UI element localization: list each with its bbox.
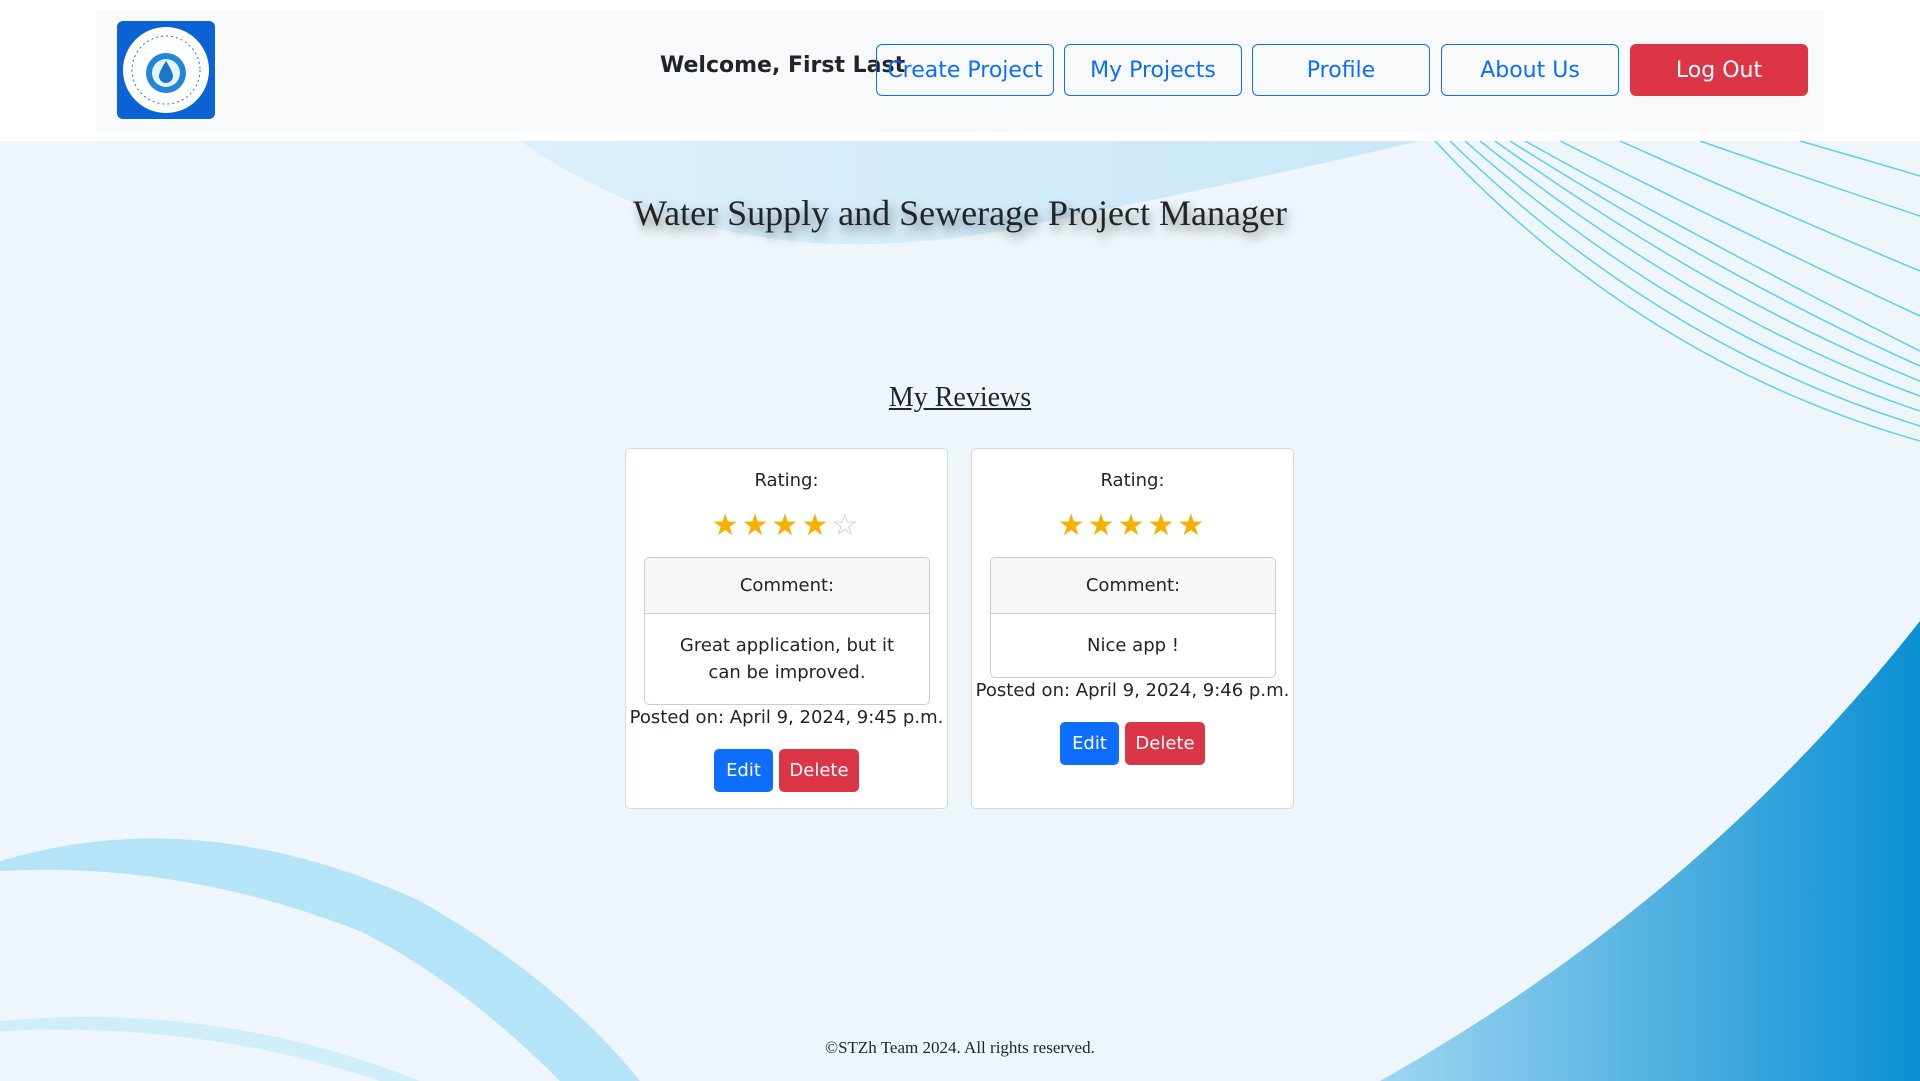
delete-button[interactable]: Delete [1125, 722, 1205, 765]
page-background [0, 141, 1920, 1081]
wave-background-graphic [0, 141, 1920, 1081]
star-rating: ★★★★☆ [626, 509, 947, 543]
posted-date: Posted on: April 9, 2024, 9:46 p.m. [975, 680, 1290, 701]
rating-label: Rating: [754, 470, 819, 491]
comment-text: Nice app ! [1087, 635, 1179, 656]
delete-button[interactable]: Delete [779, 749, 859, 792]
about-us-button[interactable]: About Us [1441, 44, 1619, 96]
section-title: My Reviews [888, 382, 1032, 413]
log-out-button[interactable]: Log Out [1630, 44, 1808, 96]
rating-label: Rating: [1100, 470, 1165, 491]
star-empty-icon: ☆ [831, 509, 862, 542]
create-project-button[interactable]: Create Project [876, 44, 1054, 96]
review-card: Rating: ★★★★★ Comment: Nice app ! Posted… [971, 448, 1294, 809]
comment-box: Comment: Nice app ! [990, 557, 1276, 678]
star-rating: ★★★★★ [972, 509, 1293, 543]
star-filled-icon: ★ [741, 509, 772, 542]
water-drop-logo-icon [123, 27, 209, 113]
star-filled-icon: ★ [801, 509, 832, 542]
star-filled-icon: ★ [771, 509, 802, 542]
footer-copyright: ©STZh Team 2024. All rights reserved. [825, 1038, 1095, 1057]
welcome-text: Welcome, First Last [660, 53, 906, 78]
star-filled-icon: ★ [1117, 509, 1148, 542]
star-filled-icon: ★ [1147, 509, 1178, 542]
comment-text: Great application, but it can be improve… [679, 635, 895, 683]
profile-button[interactable]: Profile [1252, 44, 1430, 96]
star-filled-icon: ★ [1087, 509, 1118, 542]
star-filled-icon: ★ [1057, 509, 1088, 542]
star-filled-icon: ★ [1177, 509, 1208, 542]
posted-date: Posted on: April 9, 2024, 9:45 p.m. [629, 707, 944, 728]
edit-button[interactable]: Edit [1060, 722, 1119, 765]
comment-label: Comment: [991, 558, 1275, 614]
comment-label: Comment: [645, 558, 929, 614]
review-actions: Edit Delete [626, 749, 947, 792]
review-card: Rating: ★★★★☆ Comment: Great application… [625, 448, 948, 809]
edit-button[interactable]: Edit [714, 749, 773, 792]
top-navbar: Welcome, First Last Create Project My Pr… [96, 10, 1824, 132]
page-title: Water Supply and Sewerage Project Manage… [633, 193, 1287, 233]
star-filled-icon: ★ [711, 509, 742, 542]
review-actions: Edit Delete [972, 722, 1293, 765]
my-projects-button[interactable]: My Projects [1064, 44, 1242, 96]
comment-box: Comment: Great application, but it can b… [644, 557, 930, 705]
app-logo[interactable] [117, 21, 215, 119]
